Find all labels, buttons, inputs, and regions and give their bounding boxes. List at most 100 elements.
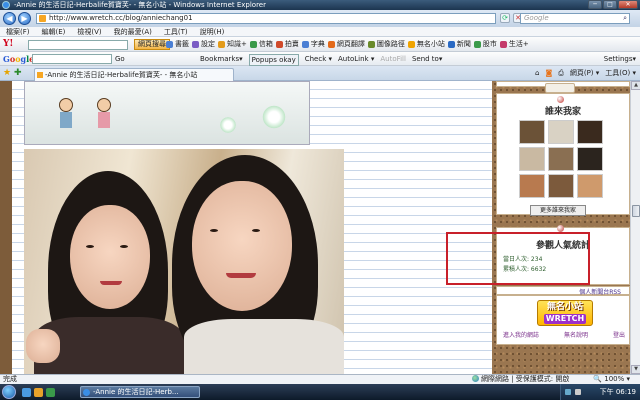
window-title-bar: -Annie 的生活日記-Herbalife賀寶芙- - 無名小站 - Wind… bbox=[0, 0, 640, 10]
google-tool-4[interactable]: AutoFill bbox=[380, 54, 406, 66]
security-zone: 網際網路 | 受保護模式: 開啟 bbox=[472, 375, 569, 384]
visitor-avatar[interactable] bbox=[577, 147, 603, 171]
minimize-button[interactable]: ─ bbox=[588, 0, 602, 9]
taskbar: -Annie 的生活日記-Herb... 下午 06:19 bbox=[0, 384, 640, 400]
search-icon[interactable]: ⌕ bbox=[623, 14, 627, 23]
highlight-annotation-box bbox=[446, 232, 590, 285]
tab-current[interactable]: -Annie 的生活日記-Herbalife賀寶芙- - 無名小站 bbox=[34, 68, 234, 81]
quicklaunch-icon[interactable] bbox=[22, 388, 31, 397]
menu-help[interactable]: 說明(H) bbox=[200, 27, 225, 36]
address-url: http://www.wretch.cc/blog/anniechang01 bbox=[49, 14, 193, 22]
pushpin-icon bbox=[557, 96, 564, 103]
logo-chinese: 無名小站 bbox=[546, 302, 583, 312]
sidebar-tab bbox=[545, 83, 575, 93]
yahoo-tool-6[interactable]: 網頁翻譯 bbox=[327, 39, 365, 50]
yahoo-tool-1[interactable]: 設定 bbox=[192, 39, 215, 50]
yahoo-tool-0[interactable]: 書籤 bbox=[166, 39, 189, 50]
page-content: 誰來我家 更多誰來我家 參觀人氣統計 當日人次: 234 累積人次: 6632 … bbox=[0, 81, 640, 374]
visitor-avatar[interactable] bbox=[548, 120, 574, 144]
visitors-widget: 誰來我家 bbox=[496, 93, 630, 215]
google-logo: Google bbox=[3, 54, 34, 64]
google-tool-3[interactable]: AutoLink ▾ bbox=[338, 54, 374, 66]
yahoo-search-input[interactable] bbox=[28, 40, 128, 50]
visitor-avatar[interactable] bbox=[548, 174, 574, 198]
menu-view[interactable]: 檢視(V) bbox=[77, 27, 101, 36]
google-tool-0[interactable]: Bookmarks▾ bbox=[200, 54, 243, 66]
yahoo-search-button[interactable]: 網頁搜尋 bbox=[134, 39, 170, 50]
menu-edit[interactable]: 編輯(E) bbox=[42, 27, 66, 36]
start-button[interactable] bbox=[2, 385, 16, 399]
menu-bar: 檔案(F) 編輯(E) 檢視(V) 我的最愛(A) 工具(T) 說明(H) bbox=[0, 27, 640, 37]
search-input[interactable]: Google ⌕ bbox=[520, 13, 630, 24]
address-input[interactable]: http://www.wretch.cc/blog/anniechang01 bbox=[36, 13, 496, 24]
rss-link[interactable]: 個人新聞台RSS bbox=[496, 286, 630, 296]
google-tool-1[interactable]: Popups okay bbox=[248, 54, 299, 66]
visitor-avatar[interactable] bbox=[548, 147, 574, 171]
yahoo-tool-9[interactable]: 新聞 bbox=[447, 39, 471, 50]
home-icon[interactable]: ⌂ bbox=[535, 68, 539, 79]
security-zone-label: 網際網路 | 受保護模式: 開啟 bbox=[481, 375, 570, 383]
google-tool-5[interactable]: Send to▾ bbox=[412, 54, 442, 66]
scroll-down-icon[interactable]: ▼ bbox=[631, 365, 640, 374]
back-arrow-icon[interactable]: ◀ bbox=[3, 12, 16, 25]
maximize-button[interactable]: □ bbox=[603, 0, 617, 9]
add-favorite-icon[interactable]: ✚ bbox=[14, 68, 22, 78]
menu-favorites[interactable]: 我的最愛(A) bbox=[114, 27, 152, 36]
google-toolbar: Google Go Bookmarks▾ Popups okay Check ▾ Au… bbox=[0, 52, 640, 66]
menu-file[interactable]: 檔案(F) bbox=[6, 27, 30, 36]
my-blog-link[interactable]: 進入我的網誌 bbox=[503, 330, 539, 339]
forward-arrow-icon[interactable]: ▶ bbox=[18, 12, 31, 25]
help-link[interactable]: 無名說明 bbox=[564, 330, 588, 339]
yahoo-tool-4[interactable]: 拍賣 bbox=[275, 39, 299, 50]
yahoo-tool-11[interactable]: 生活+ bbox=[499, 39, 529, 50]
menu-tools[interactable]: 工具(T) bbox=[164, 27, 188, 36]
yahoo-tool-2[interactable]: 知識+ bbox=[218, 39, 247, 50]
search-placeholder: Google bbox=[524, 14, 549, 22]
print-icon[interactable]: ⎙ bbox=[558, 68, 564, 79]
yahoo-tool-5[interactable]: 字典 bbox=[301, 39, 325, 50]
tools-menu[interactable]: 工具(O) ▾ bbox=[605, 68, 636, 79]
logout-link[interactable]: 登出 bbox=[613, 330, 625, 339]
visitor-avatar[interactable] bbox=[519, 120, 545, 144]
blog-photo[interactable] bbox=[24, 149, 344, 374]
site-favicon-icon bbox=[39, 15, 46, 22]
logo-english: WRETCH bbox=[544, 314, 586, 324]
visitor-avatar[interactable] bbox=[577, 174, 603, 198]
wretch-logo-widget: 無名小站 WRETCH 進入我的網誌 無名說明 登出 bbox=[496, 295, 630, 345]
google-go-button[interactable]: Go bbox=[115, 54, 125, 64]
pushpin-icon bbox=[557, 225, 564, 232]
quicklaunch-icon[interactable] bbox=[46, 388, 55, 397]
scroll-thumb[interactable] bbox=[632, 205, 640, 217]
visitor-avatar[interactable] bbox=[519, 147, 545, 171]
visitor-avatar[interactable] bbox=[577, 120, 603, 144]
flower-icon bbox=[219, 116, 237, 134]
vertical-scrollbar[interactable]: ▲ ▼ bbox=[630, 81, 640, 374]
taskbar-ie-window[interactable]: -Annie 的生活日記-Herb... bbox=[80, 386, 200, 398]
yahoo-tool-3[interactable]: 信箱 bbox=[249, 39, 273, 50]
zoom-control[interactable]: 🔍 100% ▾ bbox=[593, 375, 630, 384]
favorites-star-icon[interactable]: ★ bbox=[3, 68, 11, 78]
page-menu[interactable]: 網頁(P) ▾ bbox=[570, 68, 599, 79]
left-border bbox=[0, 81, 12, 374]
more-visitors-button[interactable]: 更多誰來我家 bbox=[530, 205, 586, 216]
google-settings-button[interactable]: Settings▾ bbox=[604, 54, 636, 64]
scroll-up-icon[interactable]: ▲ bbox=[631, 81, 640, 90]
yahoo-tool-8[interactable]: 無名小站 bbox=[407, 39, 445, 50]
google-tool-2[interactable]: Check ▾ bbox=[305, 54, 332, 66]
quicklaunch-icon[interactable] bbox=[34, 388, 43, 397]
visitor-thumbnails bbox=[519, 120, 603, 198]
refresh-icon[interactable]: ⟳ bbox=[500, 13, 510, 23]
globe-icon bbox=[472, 375, 479, 382]
google-search-input[interactable] bbox=[32, 54, 112, 64]
yahoo-tool-list: 書籤 設定 知識+ 信箱 拍賣 字典 網頁翻譯 圖像路徑 無名小站 新聞 股市 生活+ bbox=[166, 39, 529, 50]
visitor-avatar[interactable] bbox=[519, 174, 545, 198]
ie-icon bbox=[2, 1, 10, 9]
wretch-logo[interactable]: 無名小站 WRETCH bbox=[537, 300, 593, 326]
yahoo-tool-7[interactable]: 圖像路徑 bbox=[367, 39, 405, 50]
close-button[interactable]: ✕ bbox=[618, 0, 638, 9]
yahoo-logo[interactable]: Y! bbox=[3, 39, 13, 49]
network-icon[interactable] bbox=[565, 389, 571, 395]
volume-icon[interactable] bbox=[575, 389, 581, 395]
yahoo-tool-10[interactable]: 股市 bbox=[473, 39, 497, 50]
rss-feed-icon[interactable]: ◙ bbox=[545, 68, 552, 79]
